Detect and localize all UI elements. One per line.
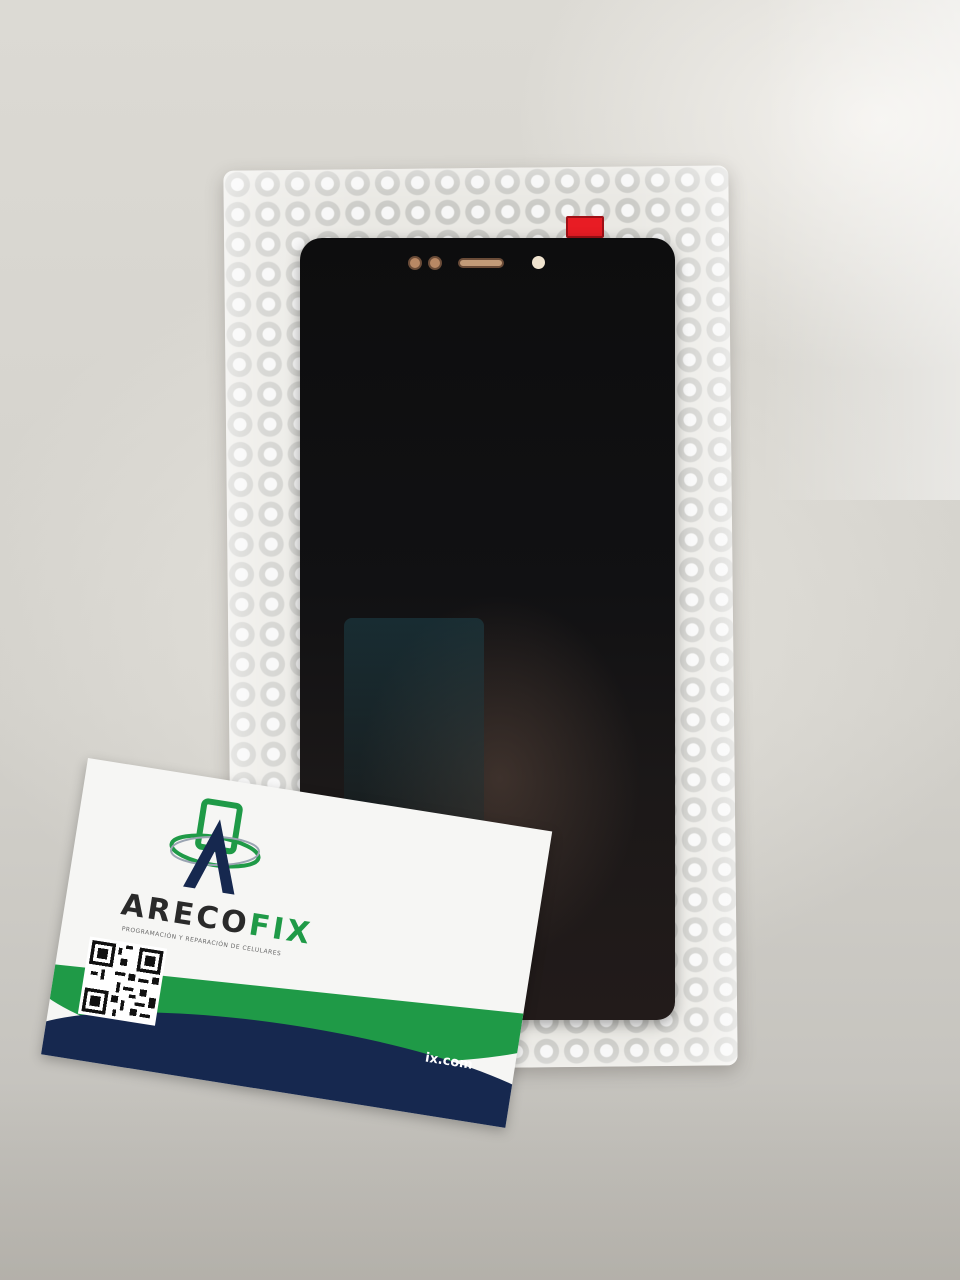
earpiece-speaker [458,258,504,268]
brand-name-accent: FIX [246,907,315,953]
protective-film-tab [566,216,604,238]
arecofix-logo-icon [169,798,261,895]
light-sensor [532,256,545,269]
qr-code-icon [77,936,168,1026]
window-light [760,0,960,500]
front-camera-icon [408,256,422,270]
photo-scene: ARECOFIX PROGRAMACIÓN Y REPARACIÓN DE CE… [0,0,960,1280]
proximity-sensor-icon [428,256,442,270]
